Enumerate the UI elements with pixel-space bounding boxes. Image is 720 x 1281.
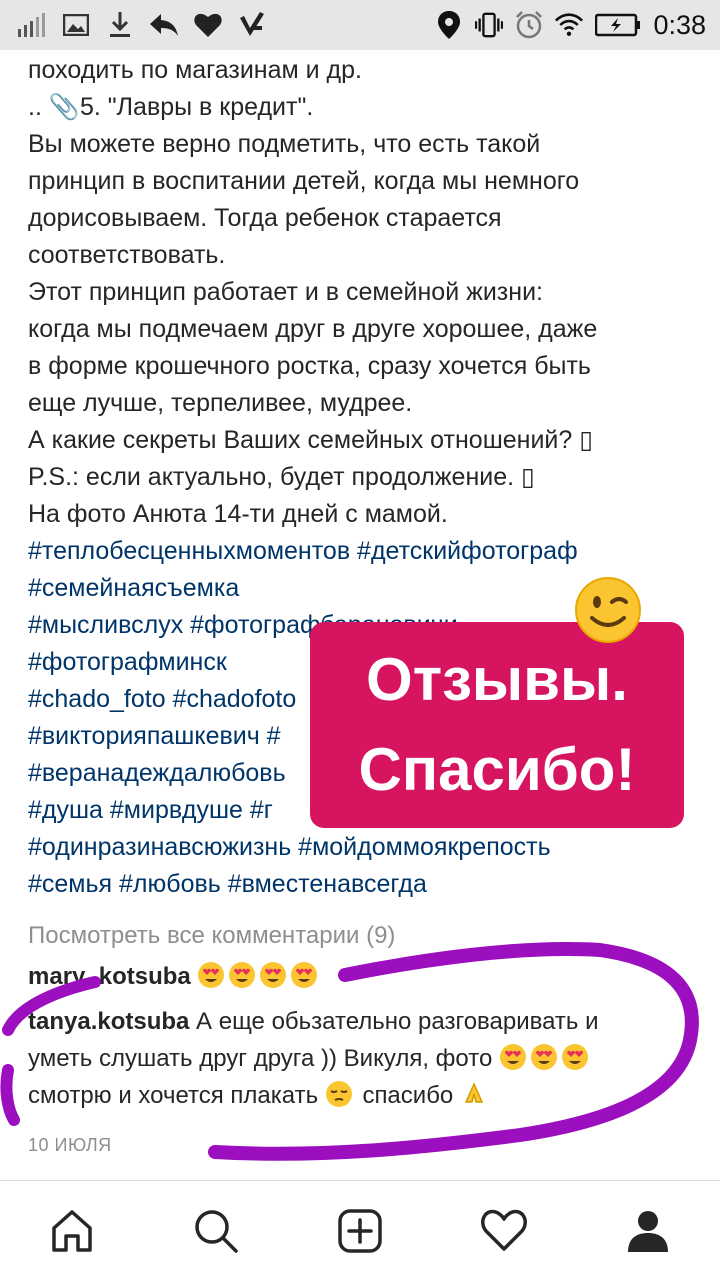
caption-line: На фото Анюта 14-ти дней с мамой. [28, 500, 448, 528]
comment-item: mary_kotsuba [28, 958, 698, 995]
heart-eyes-emoji-icon [530, 1043, 558, 1071]
caption-line: принцип в воспитании детей, когда мы нем… [28, 167, 580, 195]
winking-face-icon [574, 576, 642, 644]
comment-text: смотрю и хочется плакать [28, 1082, 319, 1109]
sticker-line1: Отзывы. [366, 646, 628, 713]
caption-line: А какие секреты Ваших семейных отношений… [28, 426, 593, 454]
comment-username[interactable]: mary_kotsuba [28, 963, 191, 990]
check-icon [238, 11, 266, 39]
home-icon[interactable] [42, 1201, 102, 1261]
hashtag-line[interactable]: #теплобесценныхмоментов #детскийфотограф [28, 533, 698, 570]
bottom-navigation [0, 1180, 720, 1281]
status-bar: 0:38 [0, 0, 720, 50]
heart-eyes-emoji-icon [499, 1043, 527, 1071]
caption-line: походить по магазинам и др. [28, 56, 362, 84]
vibrate-icon [475, 11, 504, 39]
comment-text: А еще обьзательно разговаривать и [189, 1008, 599, 1035]
heart-eyes-emoji-icon [290, 961, 318, 989]
post-date: 10 ИЮЛЯ [28, 1135, 112, 1155]
heart-eyes-emoji-group [197, 961, 321, 990]
heart-eyes-emoji-icon [228, 961, 256, 989]
caption-line: в форме крошечного ростка, сразу хочется… [28, 352, 591, 380]
comment-text: уметь слушать друг друга )) Викуля, фото [28, 1045, 493, 1072]
heart-eyes-emoji-group [499, 1043, 592, 1072]
caption-line: соответствовать. [28, 241, 226, 269]
profile-icon[interactable] [618, 1201, 678, 1261]
search-icon[interactable] [186, 1201, 246, 1261]
comment-item: tanya.kotsuba А еще обьзательно разговар… [28, 1003, 698, 1114]
caption-line: Этот принцип работает и в семейной жизни… [28, 278, 543, 306]
caption-line: еще лучше, терпеливее, мудрее. [28, 389, 413, 417]
view-all-comments-link[interactable]: Посмотреть все комментарии (9) [28, 918, 698, 954]
heart-eyes-emoji-icon [561, 1043, 589, 1071]
caption-line: когда мы подмечаем друг в друге хорошее,… [28, 315, 598, 343]
location-icon [435, 11, 463, 39]
pensive-face-icon [325, 1080, 353, 1108]
signal-icon [18, 11, 46, 39]
hashtag-line[interactable]: #одинразинавсюжизнь #мойдоммоякрепость [28, 829, 698, 866]
caption-line: дорисовываем. Тогда ребенок старается [28, 204, 502, 232]
battery-icon [595, 11, 641, 39]
sticker-badge: Отзывы. Спасибо! [310, 622, 684, 828]
alarm-icon [515, 11, 543, 39]
activity-heart-icon[interactable] [474, 1201, 534, 1261]
caption-line: Вы можете верно подметить, что есть тако… [28, 130, 541, 158]
hashtag-line[interactable]: #семья #любовь #вместенавсегда [28, 866, 698, 903]
comment-username[interactable]: tanya.kotsuba [28, 1008, 189, 1035]
heart-eyes-emoji-icon [197, 961, 225, 989]
download-icon [106, 11, 134, 39]
comment-text: спасибо [362, 1082, 454, 1109]
folded-hands-icon [460, 1080, 488, 1108]
reply-icon [150, 11, 178, 39]
comments-section: Посмотреть все комментарии (9) mary_kots… [28, 918, 698, 1114]
caption-line: P.S.: если актуально, будет продолжение.… [28, 463, 535, 491]
wifi-icon [555, 11, 584, 39]
clock: 0:38 [653, 9, 706, 40]
image-icon [62, 11, 90, 39]
caption-line: .. 📎5. "Лавры в кредит". [28, 93, 314, 121]
heart-icon [194, 11, 222, 39]
sticker-line2: Спасибо! [358, 736, 636, 803]
new-post-icon[interactable] [330, 1201, 390, 1261]
heart-eyes-emoji-icon [259, 961, 287, 989]
